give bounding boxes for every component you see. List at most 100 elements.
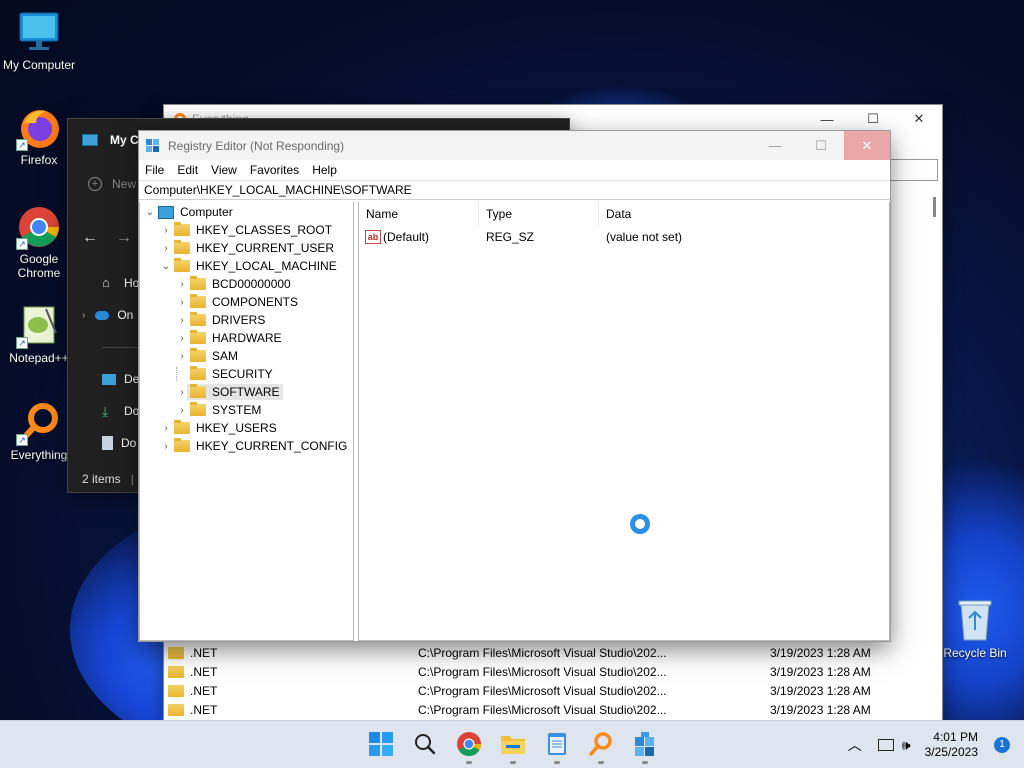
result-row[interactable]: .NET C:\Program Files\Microsoft Visual S… [168, 662, 938, 681]
chevron-right-icon[interactable]: › [176, 315, 188, 326]
result-row[interactable]: .NET C:\Program Files\Microsoft Visual S… [168, 700, 938, 719]
chevron-right-icon[interactable]: › [160, 441, 172, 452]
tree-node-software[interactable]: › SOFTWARE [176, 383, 283, 401]
download-icon: ⤓ [102, 403, 109, 419]
tree-node-security[interactable]: SECURITY [176, 365, 273, 383]
tree-node-bcd[interactable]: › BCD00000000 [176, 275, 291, 293]
tree-node-label: SAM [212, 349, 239, 363]
chevron-up-icon[interactable]: ︿ [848, 735, 862, 755]
nav-item-desktop[interactable]: De [102, 372, 139, 386]
chevron-down-icon[interactable]: ⌄ [144, 207, 156, 218]
tree-node-hkcr[interactable]: › HKEY_CLASSES_ROOT [160, 221, 332, 239]
value-row[interactable]: ab (Default) REG_SZ (value not set) [359, 228, 799, 246]
menu-favorites[interactable]: Favorites [250, 163, 299, 177]
nav-item-home[interactable]: ⌂ Ho [102, 276, 139, 291]
shortcut-arrow-icon: ↗ [16, 337, 28, 349]
nav-item-label: On [117, 308, 134, 322]
desktop-icon-firefox[interactable]: ↗ Firefox [0, 105, 78, 167]
explorer-titlebar[interactable]: My C [82, 133, 139, 147]
desktop-icon-recycle-bin[interactable]: Recycle Bin [940, 598, 1010, 660]
chevron-down-icon[interactable]: ⌄ [160, 261, 172, 272]
new-button[interactable]: + New [88, 177, 136, 191]
desktop-icon-chrome[interactable]: ↗ Google Chrome [0, 204, 78, 280]
result-path: C:\Program Files\Microsoft Visual Studio… [418, 645, 667, 660]
tree-node-label: SOFTWARE [212, 385, 280, 399]
maximize-button[interactable]: ☐ [850, 105, 896, 133]
start-icon[interactable] [368, 731, 394, 757]
tree-node-components[interactable]: › COMPONENTS [176, 293, 298, 311]
tree-node-label: HKEY_USERS [196, 421, 277, 435]
values-pane[interactable]: Name Type Data ab (Default) REG_SZ (valu… [358, 202, 890, 641]
address-bar[interactable]: Computer\HKEY_LOCAL_MACHINE\SOFTWARE [139, 180, 890, 200]
tree-node-computer[interactable]: ⌄ Computer [144, 203, 233, 221]
result-row[interactable]: .NET C:\Program Files\Microsoft Visual S… [168, 643, 938, 662]
tree-node-hkcu[interactable]: › HKEY_CURRENT_USER [160, 239, 334, 257]
regedit-titlebar[interactable]: Registry Editor (Not Responding) — ☐ ✕ [139, 131, 890, 160]
chevron-right-icon[interactable]: › [160, 423, 172, 434]
minimize-button[interactable]: — [804, 105, 850, 133]
file-explorer-icon[interactable] [500, 731, 526, 757]
cloud-icon [95, 310, 110, 320]
chrome-icon[interactable] [456, 731, 482, 757]
tree-node-system[interactable]: › SYSTEM [176, 401, 261, 419]
regedit-icon[interactable] [632, 731, 658, 757]
folder-icon [190, 348, 206, 362]
nav-item-downloads[interactable]: ⤓ Do [102, 404, 139, 418]
back-arrow-icon[interactable]: ← [82, 229, 98, 247]
result-name: .NET [190, 702, 218, 717]
network-icon[interactable] [877, 739, 894, 751]
chevron-right-icon[interactable]: › [160, 225, 172, 236]
chevron-right-icon[interactable]: › [176, 405, 188, 416]
forward-arrow-icon[interactable]: → [116, 229, 132, 247]
column-header-name[interactable]: Name [359, 202, 479, 226]
chevron-right-icon[interactable]: › [176, 297, 188, 308]
desktop-icon-notepadpp[interactable]: ↗ Notepad++ [0, 303, 78, 365]
chevron-right-icon[interactable]: › [176, 333, 188, 344]
everything-search-input[interactable] [886, 159, 938, 181]
minimize-button[interactable]: — [752, 131, 798, 160]
tree-node-drivers[interactable]: › DRIVERS [176, 311, 265, 329]
tree-node-hklm[interactable]: ⌄ HKEY_LOCAL_MACHINE [160, 257, 337, 275]
desktop-icon-label: Google Chrome [17, 252, 61, 280]
scrollbar-thumb[interactable] [933, 197, 936, 217]
close-button[interactable]: ✕ [844, 131, 890, 160]
volume-icon[interactable]: 🕪 [902, 737, 911, 754]
chevron-right-icon[interactable]: › [176, 279, 188, 290]
tree-node-hku[interactable]: › HKEY_USERS [160, 419, 277, 437]
everything-icon[interactable] [588, 731, 614, 757]
close-button[interactable]: ✕ [896, 105, 942, 133]
notepad-icon[interactable] [544, 731, 570, 757]
notification-badge[interactable]: 1 [994, 737, 1010, 753]
maximize-button[interactable]: ☐ [798, 131, 844, 160]
column-header-type[interactable]: Type [479, 202, 599, 226]
chevron-right-icon[interactable]: › [176, 351, 188, 362]
nav-item-label: De [124, 372, 140, 386]
clock[interactable]: 4:01 PM 3/25/2023 [925, 730, 978, 760]
registry-editor-window[interactable]: Registry Editor (Not Responding) — ☐ ✕ F… [139, 131, 890, 641]
explorer-title: My C [110, 133, 139, 147]
chevron-right-icon[interactable]: › [160, 243, 172, 254]
menu-view[interactable]: View [211, 163, 237, 177]
key-tree[interactable]: ⌄ Computer › HKEY_CLASSES_ROOT › HKEY_CU… [139, 202, 354, 641]
tree-node-sam[interactable]: › SAM [176, 347, 238, 365]
chrome-icon: ↗ [16, 204, 62, 250]
tree-selection: SOFTWARE [187, 384, 283, 400]
tree-node-label: SECURITY [212, 367, 273, 381]
tree-node-hardware[interactable]: › HARDWARE [176, 329, 282, 347]
folder-icon [174, 222, 190, 236]
search-icon[interactable] [412, 731, 438, 757]
shortcut-arrow-icon: ↗ [16, 434, 28, 446]
tree-node-hkcc[interactable]: › HKEY_CURRENT_CONFIG [160, 437, 347, 455]
nav-item-documents[interactable]: Do [102, 436, 136, 450]
menu-file[interactable]: File [145, 163, 164, 177]
desktop-icon-everything[interactable]: ↗ Everything [0, 400, 78, 462]
menu-help[interactable]: Help [312, 163, 337, 177]
desktop-icon-my-computer[interactable]: My Computer [0, 10, 78, 72]
computer-icon [158, 205, 174, 219]
desktop-icon [102, 373, 116, 385]
result-row[interactable]: .NET C:\Program Files\Microsoft Visual S… [168, 681, 938, 700]
column-header-data[interactable]: Data [599, 202, 890, 226]
menu-edit[interactable]: Edit [177, 163, 198, 177]
magnifier-icon: ↗ [16, 400, 62, 446]
nav-item-onedrive[interactable]: › On [82, 308, 133, 322]
